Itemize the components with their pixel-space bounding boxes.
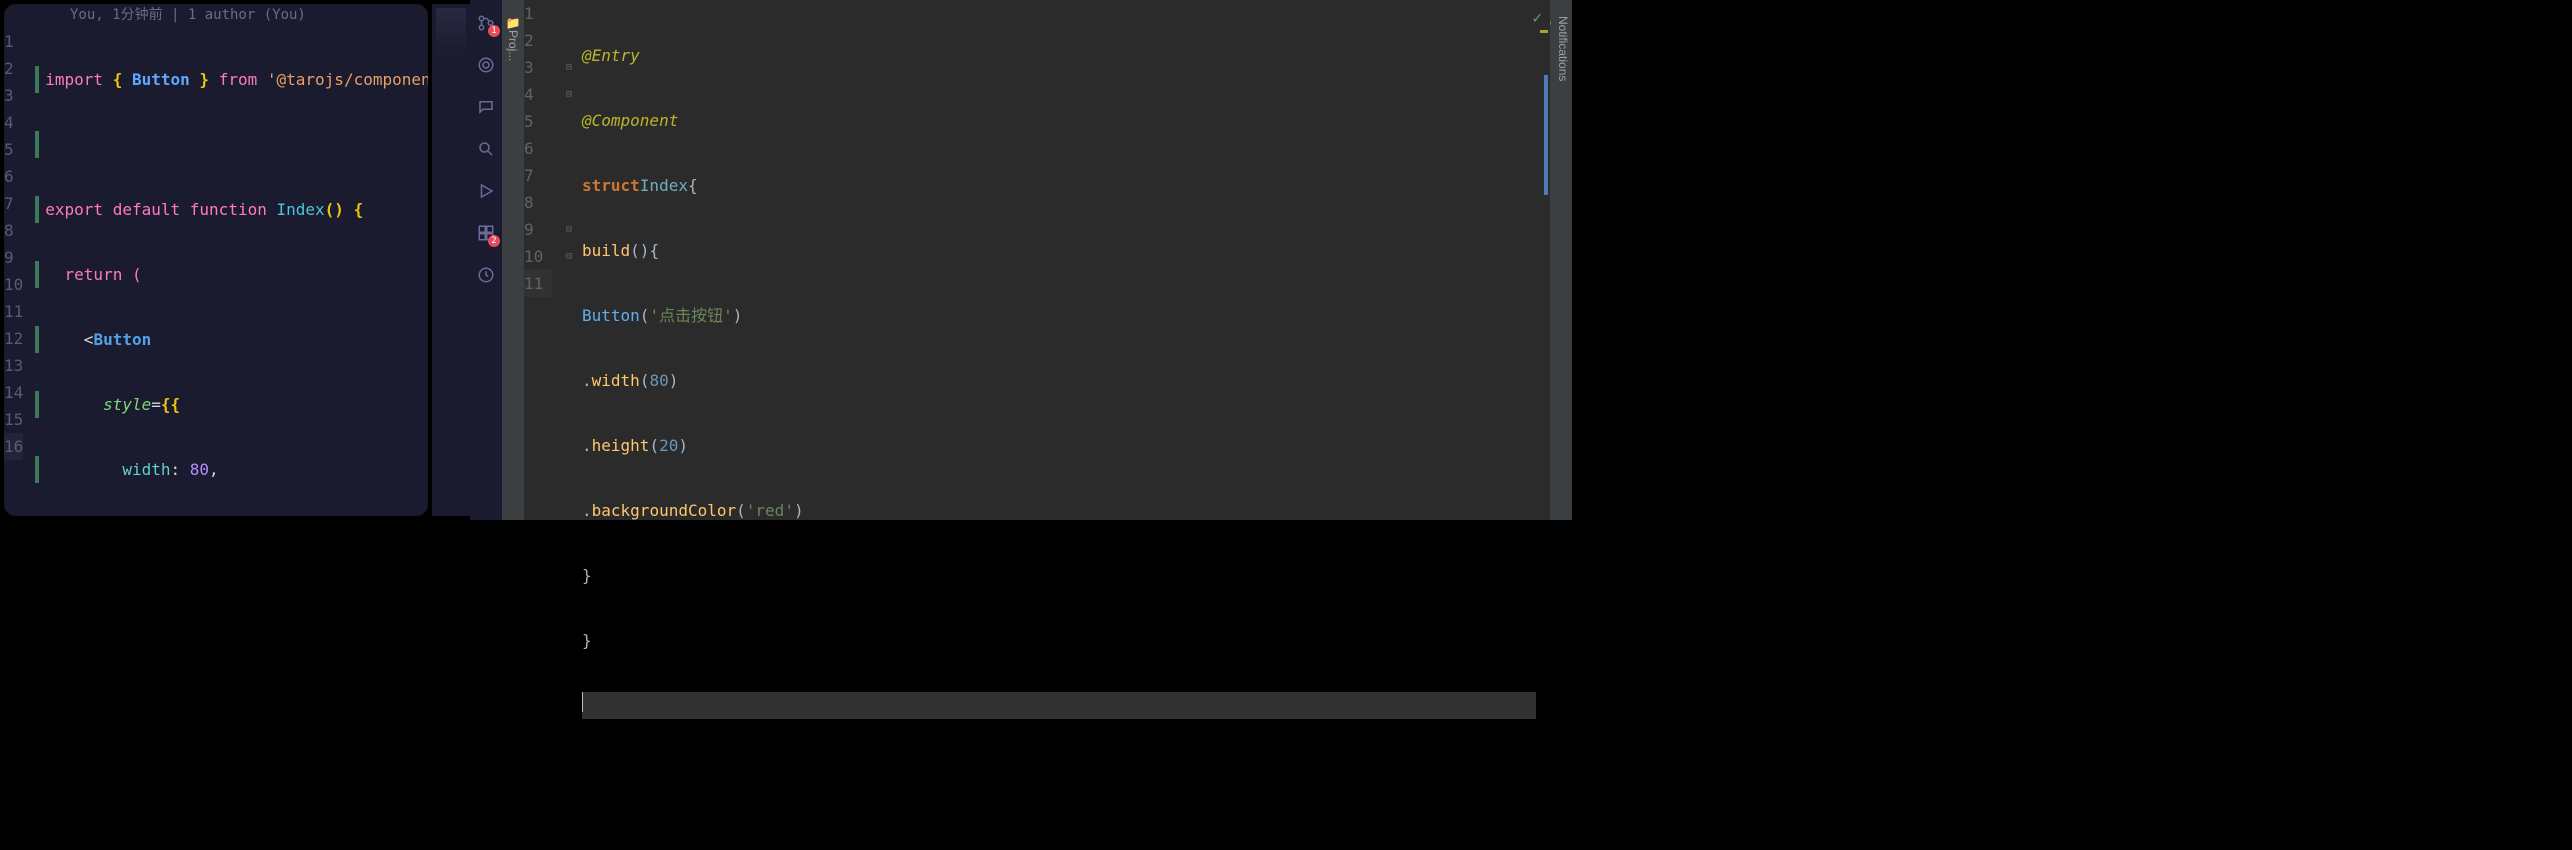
- left-code-area[interactable]: 1 2 3 4 5 6 7 8 9 10 11 12 13 14 15 16 i…: [4, 26, 428, 516]
- activity-bar: 1 2: [470, 0, 502, 520]
- line-number: 11: [4, 298, 23, 325]
- line-number: 1: [524, 0, 552, 27]
- code-line[interactable]: width: 80,: [35, 456, 428, 483]
- line-number: 8: [524, 189, 552, 216]
- line-number: 16: [4, 433, 23, 460]
- fold-toggle-icon[interactable]: ⊟: [566, 54, 572, 81]
- fold-end-icon: ⊟: [566, 216, 572, 243]
- code-line[interactable]: @Component: [582, 107, 1536, 134]
- git-blame-annotation: You, 1分钟前 | 1 author (You): [4, 4, 428, 26]
- debug-icon[interactable]: [475, 180, 497, 202]
- search-icon[interactable]: [475, 138, 497, 160]
- left-editor-pane: You, 1分钟前 | 1 author (You) 1 2 3 4 5 6 7…: [4, 4, 428, 516]
- chat-icon[interactable]: [475, 96, 497, 118]
- fold-gutter[interactable]: ⊟ ⊟ ⊟ ⊟: [564, 0, 582, 520]
- line-number: 1: [4, 28, 23, 55]
- code-line[interactable]: .height(20): [582, 432, 1536, 459]
- right-code-content[interactable]: @Entry @Component struct Index { build()…: [582, 0, 1536, 520]
- line-number: 10: [4, 271, 23, 298]
- extensions-icon[interactable]: 2: [475, 222, 497, 244]
- source-control-icon[interactable]: 1: [475, 12, 497, 34]
- line-number: 14: [4, 379, 23, 406]
- line-number: 5: [4, 136, 23, 163]
- minimap-viewport: [436, 8, 466, 58]
- code-line[interactable]: style={{: [35, 391, 428, 418]
- text-caret: [582, 692, 583, 712]
- code-line[interactable]: }: [582, 627, 1536, 654]
- line-number: 3: [524, 54, 552, 81]
- line-number: 6: [4, 163, 23, 190]
- project-label: Proj...: [506, 30, 520, 61]
- inspection-ok-icon[interactable]: ✓: [1532, 8, 1542, 27]
- scroll-marker[interactable]: [1544, 75, 1548, 195]
- line-number: 9: [4, 244, 23, 271]
- folder-icon: 📁: [506, 16, 521, 30]
- right-tool-window-bar: Notifications 👁 Previewer: [1550, 0, 1572, 520]
- right-gutter: 1 2 3 4 5 6 7 8 9 10 11: [524, 0, 564, 520]
- right-code-area[interactable]: 1 2 3 4 5 6 7 8 9 10 11 ⊟ ⊟ ⊟ ⊟ @Entry @…: [524, 0, 1550, 520]
- badge: 2: [488, 235, 500, 247]
- code-line[interactable]: return (: [35, 261, 428, 288]
- line-number: 8: [4, 217, 23, 244]
- scroll-marker[interactable]: [1540, 30, 1548, 33]
- code-line[interactable]: build() {: [582, 237, 1536, 264]
- code-line[interactable]: }: [582, 562, 1536, 589]
- minimap[interactable]: [432, 4, 470, 516]
- line-number: 3: [4, 82, 23, 109]
- line-number: 15: [4, 406, 23, 433]
- code-line[interactable]: Button('点击按钮'): [582, 302, 1536, 329]
- notifications-tab[interactable]: Notifications: [1554, 0, 1572, 520]
- line-number: 2: [524, 27, 552, 54]
- orb-icon[interactable]: [475, 54, 497, 76]
- left-gutter: 1 2 3 4 5 6 7 8 9 10 11 12 13 14 15 16: [4, 28, 35, 516]
- code-line[interactable]: export default function Index() {: [35, 196, 428, 223]
- line-number: 13: [4, 352, 23, 379]
- line-number: 10: [524, 243, 552, 270]
- line-number: 5: [524, 108, 552, 135]
- line-number: 12: [4, 325, 23, 352]
- badge: 1: [488, 25, 500, 37]
- code-line[interactable]: <Button: [35, 326, 428, 353]
- code-line[interactable]: @Entry: [582, 42, 1536, 69]
- line-number: 11: [524, 270, 552, 297]
- line-number: 4: [4, 109, 23, 136]
- code-line[interactable]: [582, 692, 1536, 719]
- blame-text: You, 1分钟前 | 1 author (You): [70, 7, 306, 23]
- code-line[interactable]: .backgroundColor('red'): [582, 497, 1536, 524]
- code-line[interactable]: .width(80): [582, 367, 1536, 394]
- left-code-content[interactable]: import { Button } from '@tarojs/componen…: [35, 28, 428, 516]
- right-editor-pane: 📁 Proj... 1 2 3 4 5 6 7 8 9 10 11 ⊟ ⊟ ⊟ …: [502, 0, 1572, 520]
- timeline-icon[interactable]: [475, 264, 497, 286]
- scrollbar[interactable]: ✓: [1536, 0, 1550, 520]
- notifications-label: Notifications: [1556, 16, 1570, 81]
- code-line[interactable]: [35, 131, 428, 158]
- line-number: 6: [524, 135, 552, 162]
- line-number: 9: [524, 216, 552, 243]
- fold-toggle-icon[interactable]: ⊟: [566, 81, 572, 108]
- code-line[interactable]: struct Index {: [582, 172, 1536, 199]
- code-line[interactable]: import { Button } from '@tarojs/componen…: [35, 66, 428, 93]
- line-number: 2: [4, 55, 23, 82]
- line-number: 7: [4, 190, 23, 217]
- line-number: 7: [524, 162, 552, 189]
- line-number: 4: [524, 81, 552, 108]
- project-tool-window-tab[interactable]: 📁 Proj...: [502, 0, 524, 520]
- fold-end-icon: ⊟: [566, 243, 572, 270]
